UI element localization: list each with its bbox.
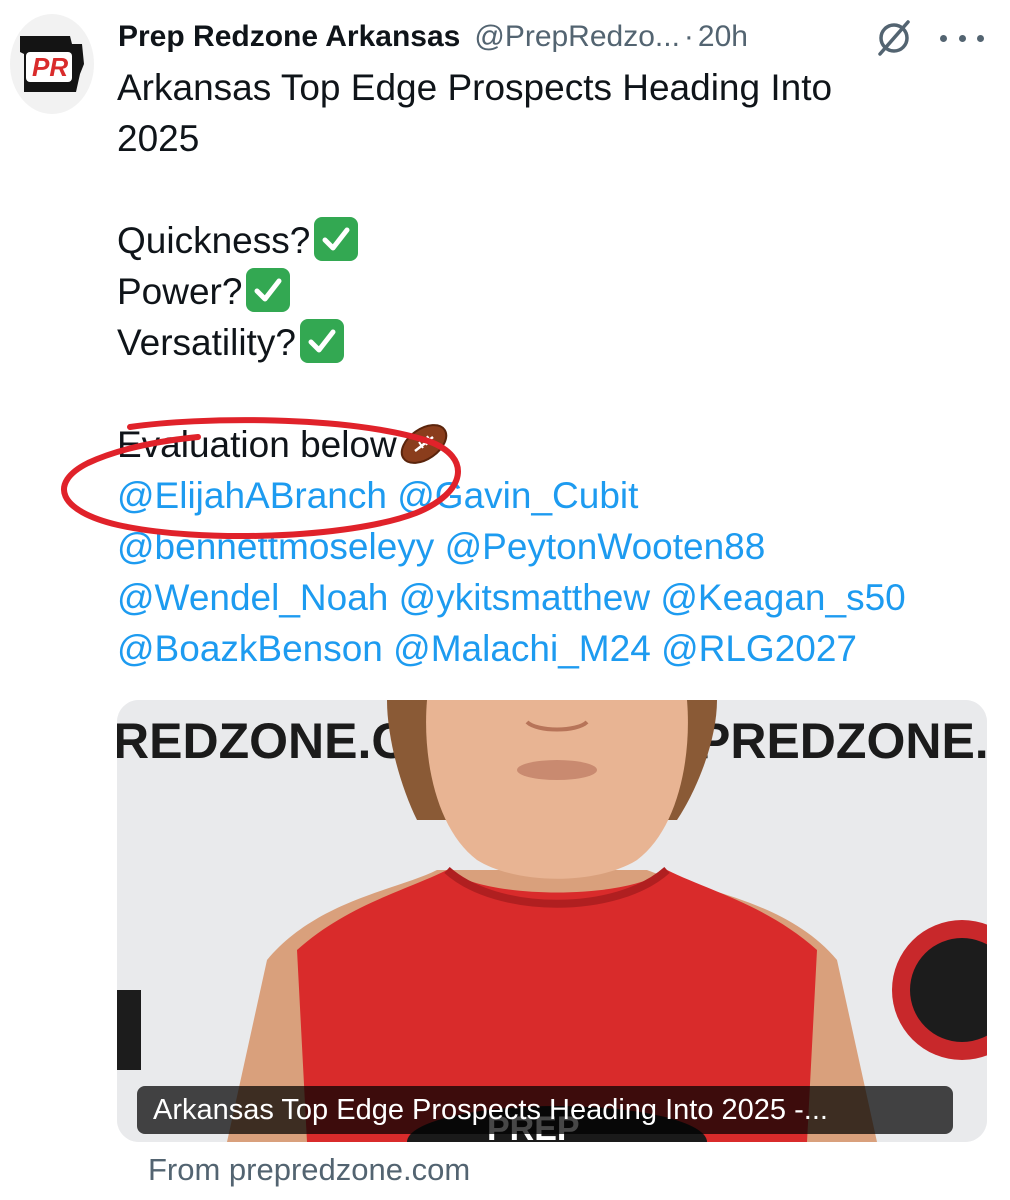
tweet-text-line-2: 2025 bbox=[117, 118, 200, 159]
tweet-body: Arkansas Top Edge Prospects Heading Into… bbox=[117, 62, 977, 674]
quickness-line: Quickness? bbox=[117, 215, 977, 266]
more-options-icon[interactable] bbox=[940, 18, 984, 58]
power-line: Power? bbox=[117, 266, 977, 317]
quickness-text: Quickness? bbox=[117, 220, 311, 261]
author-display-name[interactable]: Prep Redzone Arkansas bbox=[118, 20, 460, 54]
link-preview-card[interactable]: REDZONE.CO PREDZONE.C PREP Arkansas Top … bbox=[117, 700, 987, 1142]
tweet-header: Prep Redzone Arkansas @PrepRedzo... · 20… bbox=[118, 16, 1000, 58]
mention-link[interactable]: @bennettmoseleyy bbox=[117, 526, 434, 567]
card-photo: REDZONE.CO PREDZONE.C PREP bbox=[117, 700, 987, 1142]
card-title: Arkansas Top Edge Prospects Heading Into… bbox=[137, 1086, 953, 1134]
mention-link[interactable]: @PeytonWooten88 bbox=[445, 526, 766, 567]
mention-link[interactable]: @BoazkBenson bbox=[117, 628, 383, 669]
card-source-domain[interactable]: From prepredzone.com bbox=[148, 1152, 470, 1188]
football-icon bbox=[400, 424, 447, 464]
mention-link[interactable]: @Wendel_Noah bbox=[117, 577, 388, 618]
mentions-line-4: @BoazkBenson @Malachi_M24 @RLG2027 bbox=[117, 623, 977, 674]
check-mark-icon bbox=[314, 217, 359, 261]
versatility-text: Versatility? bbox=[117, 322, 296, 363]
mention-link[interactable]: @ElijahABranch bbox=[117, 475, 387, 516]
grok-icon[interactable] bbox=[874, 18, 914, 58]
prep-redzone-logo: PR bbox=[20, 36, 84, 92]
check-mark-icon bbox=[299, 319, 344, 363]
mention-link[interactable]: @ykitsmatthew bbox=[399, 577, 650, 618]
backdrop-text-right: PREDZONE.C bbox=[697, 713, 987, 769]
mention-link[interactable]: @RLG2027 bbox=[661, 628, 857, 669]
avatar-logo-text: PR bbox=[32, 52, 68, 82]
author-avatar[interactable]: PR bbox=[10, 14, 94, 114]
mentions-line-2: @bennettmoseleyy @PeytonWooten88 bbox=[117, 521, 977, 572]
evaluation-line: Evaluation below bbox=[117, 419, 977, 470]
check-mark-icon bbox=[246, 268, 291, 312]
tweet-text-line-1: Arkansas Top Edge Prospects Heading Into bbox=[117, 67, 833, 108]
tweet-timestamp[interactable]: 20h bbox=[698, 20, 748, 54]
mention-link[interactable]: @Gavin_Cubit bbox=[397, 475, 638, 516]
evaluation-text: Evaluation below bbox=[117, 424, 397, 465]
mention-link[interactable]: @Malachi_M24 bbox=[393, 628, 651, 669]
power-text: Power? bbox=[117, 271, 243, 312]
separator-dot: · bbox=[683, 20, 694, 53]
versatility-line: Versatility? bbox=[117, 317, 977, 368]
mention-link[interactable]: @Keagan_s50 bbox=[660, 577, 905, 618]
author-handle[interactable]: @PrepRedzo... bbox=[474, 20, 680, 54]
mentions-line-3: @Wendel_Noah @ykitsmatthew @Keagan_s50 bbox=[117, 572, 977, 623]
mentions-line-1: @ElijahABranch @Gavin_Cubit bbox=[117, 470, 977, 521]
